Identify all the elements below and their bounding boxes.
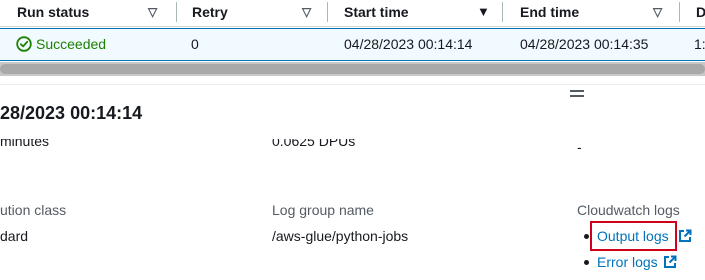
column-divider[interactable] — [176, 2, 177, 22]
capacity-value: 0.0625 DPUs — [272, 133, 356, 149]
column-header-label: End time — [520, 4, 580, 20]
error-logs-link[interactable]: Error logs — [597, 254, 658, 270]
column-header-label: Retry — [192, 4, 228, 20]
status-text: Succeeded — [36, 36, 107, 52]
cloudwatch-logs-label: Cloudwatch logs — [577, 202, 680, 218]
column-divider[interactable] — [502, 2, 503, 22]
retry-cell: 0 — [191, 36, 199, 52]
execution-class-value: dard — [0, 228, 29, 244]
check-circle-icon — [16, 36, 32, 52]
output-logs-link[interactable]: Output logs — [597, 228, 669, 244]
end-time-cell: 04/28/2023 00:14:35 — [520, 36, 649, 52]
column-divider[interactable] — [327, 2, 328, 22]
column-header-label: D — [696, 4, 705, 20]
execution-class-label: ution class — [0, 202, 67, 218]
timeout-value: - — [577, 139, 582, 155]
column-header-run-status[interactable]: Run status — [17, 0, 89, 26]
scrollbar-thumb[interactable] — [0, 64, 705, 74]
column-header-label: Start time — [344, 4, 409, 20]
column-header-duration[interactable]: D — [696, 0, 705, 26]
log-group-label: Log group name — [272, 202, 374, 218]
duration-cell: 1: — [694, 36, 705, 52]
log-group-value: /aws-glue/python-jobs — [272, 228, 409, 244]
horizontal-scrollbar[interactable] — [0, 62, 705, 76]
status-cell: Succeeded — [16, 29, 106, 59]
column-header-start-time[interactable]: Start time — [344, 0, 409, 26]
list-bullet — [584, 234, 589, 239]
run-details-title: 28/2023 00:14:14 — [0, 103, 143, 123]
external-link-icon[interactable] — [678, 229, 692, 243]
column-header-end-time[interactable]: End time — [520, 0, 579, 26]
column-header-retry[interactable]: Retry — [192, 0, 228, 26]
external-link-icon[interactable] — [663, 255, 677, 269]
column-divider[interactable] — [679, 2, 680, 22]
column-header-label: Run status — [17, 4, 90, 20]
list-bullet — [584, 260, 589, 265]
resize-handle-icon[interactable] — [570, 90, 584, 99]
table-row[interactable]: Succeeded 0 04/28/2023 00:14:14 04/28/20… — [0, 28, 705, 61]
split-pane-divider — [0, 84, 705, 85]
duration-value: minutes — [0, 133, 50, 149]
table-header: Run status ▽ Retry ▽ Start time ▼ End ti… — [0, 0, 705, 27]
start-time-cell: 04/28/2023 00:14:14 — [344, 36, 473, 52]
